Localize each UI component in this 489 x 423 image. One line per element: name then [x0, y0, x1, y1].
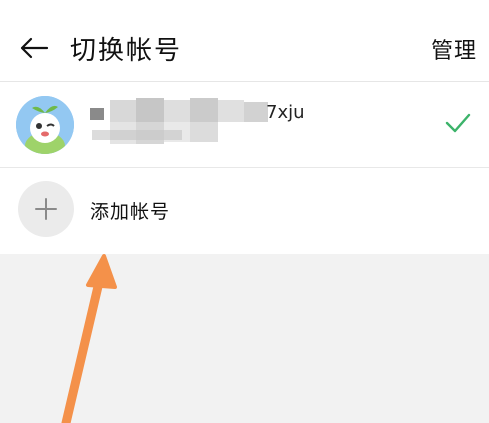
- manage-button[interactable]: 管理: [431, 33, 477, 65]
- add-account-icon-circle: [18, 181, 74, 237]
- account-info-blurred: 7xju: [88, 96, 328, 156]
- page-title: 切换帐号: [70, 36, 183, 66]
- arrow-left-icon: [20, 37, 49, 59]
- account-list: 7xju 添加帐号: [0, 82, 489, 254]
- plus-icon: [35, 198, 57, 220]
- checkmark-icon: [445, 113, 471, 133]
- header-bar: 切换帐号 管理: [0, 0, 489, 82]
- account-switch-screen: 切换帐号 管理 7xju 添加帐号: [0, 0, 489, 423]
- account-row[interactable]: 7xju: [0, 82, 489, 168]
- add-account-row[interactable]: 添加帐号: [0, 169, 489, 254]
- add-account-label: 添加帐号: [90, 201, 171, 223]
- avatar: [16, 96, 74, 154]
- back-button[interactable]: [14, 28, 54, 68]
